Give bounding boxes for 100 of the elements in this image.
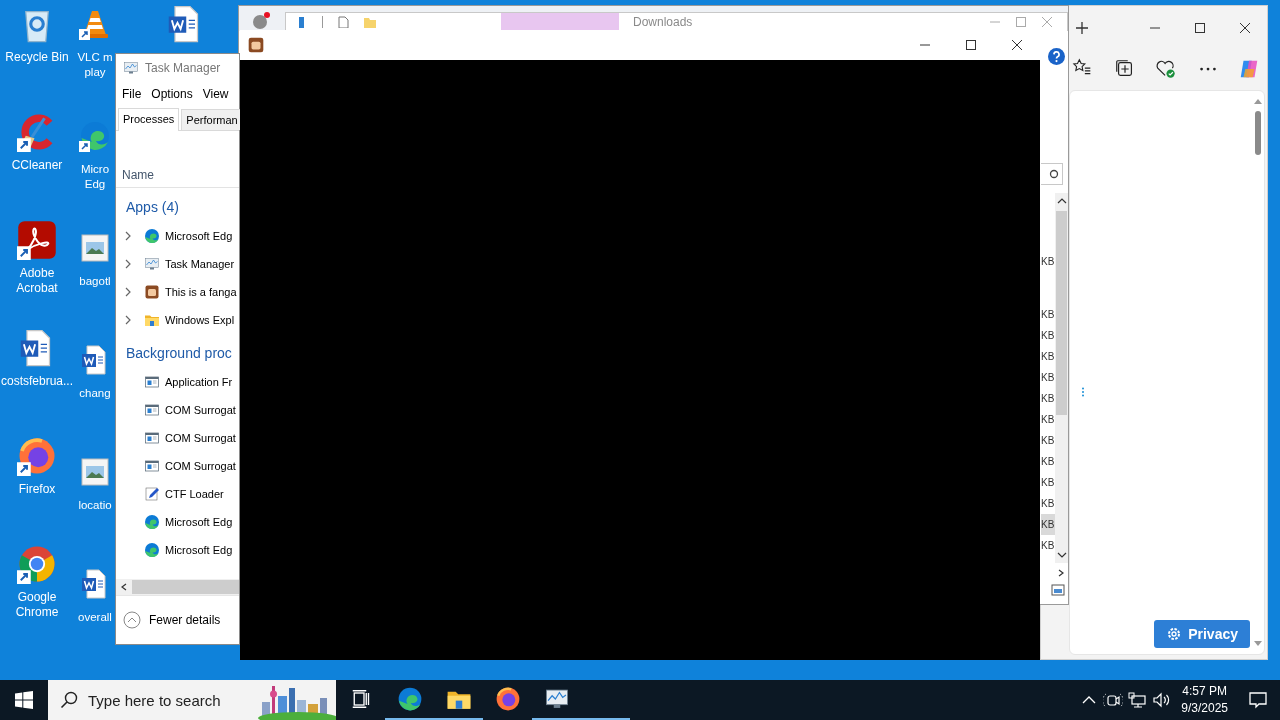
window-icon [144,430,160,446]
browser-icon [17,544,57,584]
expand-chevron-icon[interactable] [123,287,133,297]
desktop-shortcut[interactable]: overall [75,564,115,676]
process-name[interactable]: Application Fr [165,376,233,388]
close-icon [1237,21,1252,35]
size-cell[interactable]: KB [1041,451,1055,472]
notifications-icon[interactable] [1247,689,1269,711]
window-icon [144,402,160,418]
windows-logo-icon [15,691,33,709]
size-cell[interactable]: KB [1041,430,1055,451]
gear-icon [1166,626,1183,642]
process-name[interactable]: COM Surrogat [165,460,236,472]
search-field[interactable] [1041,163,1063,185]
scrollbar[interactable] [1055,193,1068,563]
desktop-shortcut[interactable]: Adobe Acrobat [2,220,72,328]
window-title: Task Manager [145,61,221,75]
desktop-shortcut[interactable]: Firefox [2,436,72,544]
window-icon [144,458,160,474]
maximize-icon [964,38,978,52]
expand-chevron-icon[interactable] [123,315,133,325]
scrollbar[interactable] [116,579,239,595]
pen-icon [144,486,160,502]
chevron-right-icon[interactable] [1057,569,1065,577]
clock[interactable]: 4:57 PM 9/3/2025 [1173,680,1236,720]
app-icon [144,284,160,300]
process-name[interactable]: COM Surrogat [165,432,236,444]
search-box[interactable]: Type here to search [48,680,258,720]
close-icon [1010,38,1024,52]
browser-icon [396,686,423,712]
size-cell[interactable]: KB [1041,304,1055,325]
size-cell[interactable]: KB [1041,388,1055,409]
browser-icon [79,120,111,152]
size-cell[interactable]: KB [1041,472,1055,493]
fewer-details-button[interactable]: Fewer details [123,611,221,629]
scroll-down-icon[interactable] [1056,551,1067,559]
image-file-icon [79,456,111,488]
search-icon [60,691,78,709]
process-name[interactable]: Microsoft Edg [165,516,233,528]
menu-item[interactable]: File [117,84,147,104]
image-file-icon [79,232,111,264]
window-icon [144,374,160,390]
process-name[interactable]: COM Surrogat [165,404,236,416]
browser-icon [17,436,57,476]
desktop-shortcut[interactable]: CCleaner [2,112,72,220]
size-cell[interactable]: KB [1041,367,1055,388]
size-cell[interactable]: KB [1041,325,1055,346]
browser-icon [144,542,160,558]
size-cell[interactable]: KB [1041,409,1055,430]
plus-icon [1075,21,1089,35]
tab[interactable]: Processes [118,108,180,131]
column-header[interactable]: Name [122,168,154,182]
desktop-shortcut[interactable]: costsfebrua... [2,328,72,436]
desktop-shortcut[interactable]: Recycle Bin [2,4,72,112]
search-field[interactable]: Type here to search [88,691,248,709]
menu-item[interactable]: Options [146,84,198,104]
collapse-icon [123,611,141,629]
size-cell[interactable]: KB [1041,346,1055,367]
desktop-shortcut[interactable]: locatio [75,452,115,564]
desktop-shortcut[interactable]: bagotl [75,228,115,340]
monitor-chart-icon [144,256,160,272]
network-icon[interactable] [1127,690,1148,710]
process-name[interactable]: Task Manager [165,258,235,270]
process-name[interactable]: Windows Expl [165,314,235,326]
menu-item[interactable]: View [197,84,234,104]
scroll-left-icon[interactable] [120,583,128,591]
help-icon[interactable] [1048,48,1065,65]
volume-icon[interactable] [1151,690,1172,710]
preview-view-icon[interactable] [1051,583,1065,597]
group-heading: Background proc [125,344,233,363]
process-name[interactable]: Microsoft Edg [165,544,233,556]
size-cell[interactable]: KB [1041,514,1055,535]
privacy-button[interactable]: Privacy [1154,620,1250,648]
monitor-chart-icon [123,60,139,76]
record-icon [251,11,271,31]
size-cell[interactable]: KB [1041,251,1055,272]
heart-check-icon[interactable] [1155,58,1177,80]
browser-icon [494,686,521,712]
maximize-icon [1192,21,1207,35]
assistant-icon[interactable] [1238,58,1260,80]
desktop-shortcut[interactable]: chang [75,340,115,452]
expand-chevron-icon[interactable] [123,259,133,269]
folder-title: Downloads [633,15,693,29]
page-icon[interactable] [337,16,349,28]
tab[interactable]: Performan [181,109,243,130]
expand-chevron-icon[interactable] [123,231,133,241]
scroll-up-icon[interactable] [1056,197,1067,205]
process-name[interactable]: Microsoft Edg [165,230,233,242]
desktop-shortcut[interactable]: VLC m play [75,4,115,116]
traffic-cone-icon [79,8,111,40]
process-name[interactable]: This is a fanga [165,286,237,298]
desktop-shortcut[interactable]: Micro Edg [75,116,115,228]
browser-icon [144,228,160,244]
app-icon [247,36,265,54]
desktop-shortcut[interactable]: Google Chrome [2,544,72,652]
pdf-icon [17,220,57,260]
size-cell[interactable]: KB [1041,535,1055,556]
process-name[interactable]: CTF Loader [165,488,224,500]
browser-icon [144,514,160,530]
size-cell[interactable]: KB [1041,493,1055,514]
